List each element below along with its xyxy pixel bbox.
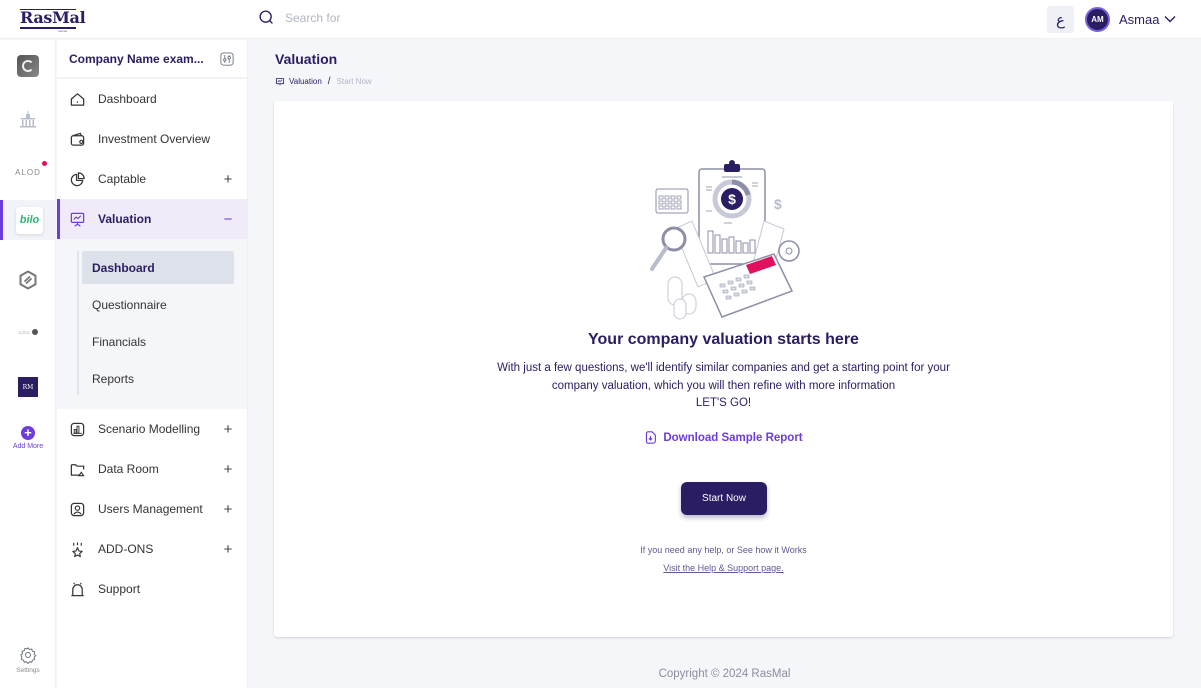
expand-icon[interactable]: + (223, 461, 233, 478)
plus-icon: + (21, 426, 35, 440)
alarm-bell-icon (71, 582, 84, 596)
collapse-icon[interactable]: − (223, 211, 233, 228)
breadcrumb-current: Start Now (336, 77, 372, 86)
search-bar (258, 9, 585, 26)
sidebar-item-add-ons[interactable]: ADD-ONS + (57, 529, 247, 569)
rail-app-6[interactable]: ▭▭ (0, 320, 56, 344)
sidebar-item-users-management[interactable]: Users Management + (57, 489, 247, 529)
sidebar-item-label: Valuation (98, 212, 152, 226)
wallet-icon (70, 132, 85, 146)
sidebar-item-support[interactable]: Support (57, 569, 247, 609)
search-input[interactable] (285, 10, 585, 25)
sidebar-item-label: Scenario Modelling (98, 422, 201, 436)
help-link-container: Visit the Help & Support page. (274, 563, 1173, 573)
submenu-item-questionnaire[interactable]: Questionnaire (82, 288, 234, 321)
settings-button[interactable]: Settings (0, 644, 56, 676)
bar-chart-icon (70, 422, 85, 436)
logo-underline (20, 27, 76, 29)
sidebar-item-valuation[interactable]: Valuation − (57, 199, 247, 239)
valuation-submenu: Dashboard Questionnaire Financials Repor… (57, 239, 247, 409)
sidebar-item-investment-overview[interactable]: Investment Overview (57, 119, 247, 159)
rail-app-bilo[interactable]: bilo (0, 200, 56, 240)
hexagon-logo-icon (19, 270, 37, 290)
logo-tagline: rasmal (58, 29, 68, 33)
settings-label: Settings (16, 667, 40, 674)
search-icon (259, 10, 273, 24)
hero-title: Your company valuation starts here (588, 331, 859, 348)
svg-text:$: $ (774, 196, 782, 212)
expand-icon[interactable]: + (223, 541, 233, 558)
bank-building-icon (20, 111, 36, 128)
hero-line-2: company valuation, which you will then r… (551, 379, 896, 392)
sidebar-item-label: Dashboard (98, 92, 157, 106)
app-switcher-rail: ALOD bilo ▭▭ RM + Add More Settings (0, 40, 56, 688)
add-more-button[interactable]: + Add More (0, 423, 56, 453)
add-more-label: Add More (12, 443, 44, 450)
rail-app-2[interactable] (0, 106, 56, 134)
bilo-logo: bilo (16, 206, 43, 234)
pie-chart-icon (70, 171, 85, 186)
notification-dot (41, 160, 47, 166)
partner-logo: ▭▭ (18, 329, 38, 336)
valuation-start-card: $ $ Your company valuation starts here W… (274, 101, 1173, 637)
chevron-down-icon[interactable] (1163, 12, 1177, 26)
hero-line-3: LET'S GO! (695, 397, 752, 409)
svg-text:$: $ (728, 191, 736, 207)
submenu-item-financials[interactable]: Financials (82, 325, 234, 358)
folder-icon (70, 463, 85, 476)
addons-icon (72, 541, 83, 557)
sidebar-nav: Company Name exam... Dashboard Investmen… (57, 40, 248, 688)
download-sample-report-link[interactable]: Download Sample Report (274, 431, 1173, 444)
help-text: If you need any help, or See how it Work… (640, 545, 807, 555)
rail-app-rm[interactable]: RM (0, 373, 56, 401)
breadcrumb: Valuation / Start Now (275, 76, 372, 87)
sidebar-item-label: ADD-ONS (98, 542, 154, 556)
submenu-item-dashboard[interactable]: Dashboard (82, 251, 234, 284)
valuation-illustration: $ $ (650, 160, 800, 320)
sidebar-item-label: Data Room (98, 462, 159, 476)
download-label: Download Sample Report (663, 431, 803, 444)
page-title: Valuation (275, 51, 338, 67)
expand-icon[interactable]: + (223, 421, 233, 438)
rail-app-alod[interactable]: ALOD (0, 158, 56, 186)
rail-app-1[interactable] (0, 52, 56, 80)
top-bar: RasMal rasmal ع AM Asmaa (0, 0, 1201, 39)
switch-company-icon[interactable] (220, 51, 234, 66)
app-logo-icon (17, 55, 39, 77)
alod-logo: ALOD (15, 160, 47, 177)
sidebar-item-captable[interactable]: Captable + (57, 159, 247, 199)
breadcrumb-separator: / (327, 76, 331, 87)
sidebar-item-scenario-modelling[interactable]: Scenario Modelling + (57, 409, 247, 449)
sidebar-item-label: Users Management (98, 502, 203, 516)
download-document-icon (646, 431, 657, 444)
home-icon (70, 92, 85, 106)
company-selector[interactable]: Company Name exam... (57, 40, 247, 79)
expand-icon[interactable]: + (223, 171, 233, 188)
hero-description: With just a few questions, we'll identif… (274, 360, 1173, 413)
sidebar-item-label: Investment Overview (98, 132, 211, 146)
hero-line-1: With just a few questions, we'll identif… (497, 362, 950, 374)
presentation-icon (70, 212, 85, 227)
sidebar-item-label: Support (98, 582, 141, 596)
company-name: Company Name exam... (69, 51, 204, 66)
user-name[interactable]: Asmaa (1119, 12, 1159, 27)
rail-app-5[interactable] (0, 266, 56, 294)
rm-logo: RM (18, 377, 38, 397)
presentation-icon (275, 77, 285, 85)
sidebar-item-label: Captable (98, 172, 147, 186)
submenu-item-reports[interactable]: Reports (82, 362, 234, 395)
breadcrumb-link-valuation[interactable]: Valuation (289, 77, 322, 86)
user-icon (70, 502, 85, 516)
sidebar-item-dashboard[interactable]: Dashboard (57, 79, 247, 119)
copyright: Copyright © 2024 RasMal (658, 668, 791, 680)
avatar[interactable]: AM (1085, 7, 1110, 32)
start-now-button[interactable]: Start Now (681, 482, 767, 515)
sidebar-item-data-room[interactable]: Data Room + (57, 449, 247, 489)
language-toggle-button[interactable]: ع (1047, 6, 1074, 33)
logo[interactable]: RasMal (20, 8, 86, 27)
help-support-link[interactable]: Visit the Help & Support page. (663, 563, 783, 573)
expand-icon[interactable]: + (223, 501, 233, 518)
gear-icon (20, 647, 37, 664)
